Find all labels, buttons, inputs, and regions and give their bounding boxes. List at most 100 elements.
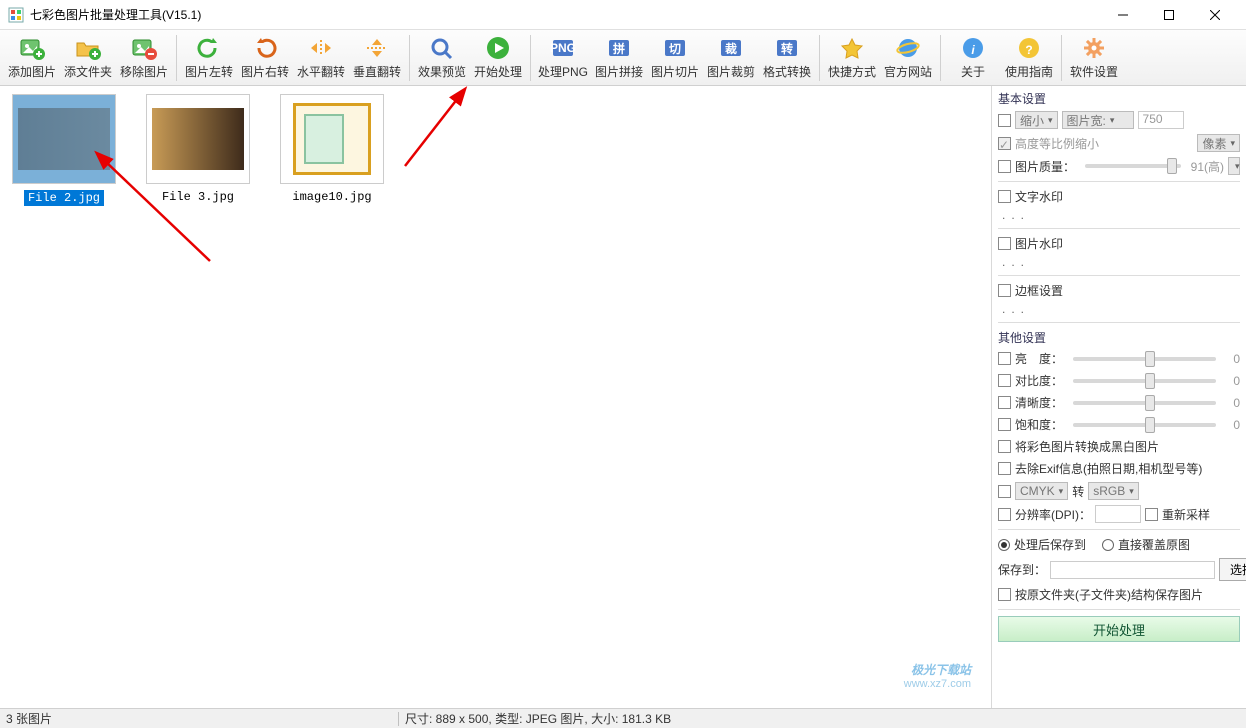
saturation-slider[interactable]: [1073, 423, 1216, 427]
thumbnail-box: [280, 94, 384, 184]
toolbar-flip-v-button[interactable]: 垂直翻转: [349, 31, 405, 85]
toolbar-rotate-right-button[interactable]: 图片右转: [237, 31, 293, 85]
contrast-checkbox[interactable]: [998, 374, 1011, 387]
contrast-slider[interactable]: [1073, 379, 1216, 383]
toolbar-ie-button[interactable]: 官方网站: [880, 31, 936, 85]
toolbar-add-folder-button[interactable]: 添文件夹: [60, 31, 116, 85]
thumbnail-item[interactable]: image10.jpg: [280, 94, 384, 206]
brightness-checkbox[interactable]: [998, 352, 1011, 365]
thumbnail-label: File 3.jpg: [162, 190, 234, 204]
cmyk-select[interactable]: CMYK▾: [1015, 482, 1068, 500]
info-icon: i: [959, 35, 987, 61]
toolbar-label: 效果预览: [418, 63, 466, 80]
toolbar-label: 图片左转: [185, 63, 233, 80]
svg-text:切: 切: [669, 42, 681, 56]
add-folder-icon: [74, 35, 102, 61]
bw-label: 将彩色图片转换成黑白图片: [1015, 438, 1159, 455]
sharpness-slider[interactable]: [1073, 401, 1216, 405]
bw-checkbox[interactable]: [998, 440, 1011, 453]
quality-dropdown[interactable]: ▾: [1228, 157, 1240, 175]
toolbar-label: 添加图片: [8, 63, 56, 80]
border-more[interactable]: ...: [998, 302, 1240, 316]
shrink-checkbox[interactable]: [998, 114, 1011, 127]
shrink-mode-select[interactable]: 缩小▾: [1015, 111, 1058, 129]
watermark-text: 极光下载站: [911, 661, 971, 678]
png-icon: PNG: [549, 35, 577, 61]
toolbar-label: 添文件夹: [64, 63, 112, 80]
toolbar-label: 官方网站: [884, 63, 932, 80]
toolbar-settings-button[interactable]: 软件设置: [1066, 31, 1122, 85]
thumbnail-label: File 2.jpg: [24, 190, 104, 206]
keep-ratio-label: 高度等比例缩小: [1015, 135, 1099, 152]
dpi-label: 分辨率(DPI)：: [1015, 506, 1091, 523]
toolbar-shortcut-button[interactable]: 快捷方式: [824, 31, 880, 85]
thumbnail-item[interactable]: File 2.jpg: [12, 94, 116, 206]
close-button[interactable]: [1192, 0, 1238, 30]
toolbar-preview-button[interactable]: 效果预览: [414, 31, 470, 85]
start-process-button[interactable]: 开始处理: [998, 616, 1240, 642]
saturation-checkbox[interactable]: [998, 418, 1011, 431]
keep-structure-checkbox[interactable]: [998, 588, 1011, 601]
toolbar-join-button[interactable]: 拼图片拼接: [591, 31, 647, 85]
image-watermark-more[interactable]: ...: [998, 255, 1240, 269]
quality-value: 91(高): [1191, 158, 1224, 175]
toolbar-label: 格式转换: [763, 63, 811, 80]
browse-button[interactable]: 选择: [1219, 558, 1246, 581]
toolbar-convert-button[interactable]: 转格式转换: [759, 31, 815, 85]
toolbar-help-button[interactable]: ?使用指南: [1001, 31, 1057, 85]
quality-checkbox[interactable]: [998, 160, 1011, 173]
text-watermark-more[interactable]: ...: [998, 208, 1240, 222]
toolbar-slice-button[interactable]: 切图片切片: [647, 31, 703, 85]
toolbar-label: 图片切片: [651, 63, 699, 80]
quality-slider[interactable]: [1085, 164, 1181, 168]
svg-text:转: 转: [781, 41, 793, 56]
text-watermark-checkbox[interactable]: [998, 190, 1011, 203]
save-to-label: 保存到：: [998, 561, 1046, 578]
add-image-icon: [18, 35, 46, 61]
thumbnail-box: [12, 94, 116, 184]
exif-checkbox[interactable]: [998, 462, 1011, 475]
watermark: 极光下载站 www.xz7.com: [904, 661, 971, 690]
slice-icon: 切: [661, 35, 689, 61]
overwrite-radio[interactable]: [1102, 539, 1114, 551]
toolbar-add-image-button[interactable]: 添加图片: [4, 31, 60, 85]
save-to-radio[interactable]: [998, 539, 1010, 551]
toolbar-label: 水平翻转: [297, 63, 345, 80]
minimize-button[interactable]: [1100, 0, 1146, 30]
toolbar-separator: [940, 35, 941, 81]
thumbnail-item[interactable]: File 3.jpg: [146, 94, 250, 206]
resample-checkbox[interactable]: [1145, 508, 1158, 521]
watermark-url: www.xz7.com: [904, 678, 971, 690]
thumbnail-image: [293, 103, 371, 175]
thumbnail-area[interactable]: File 2.jpg File 3.jpg image10.jpg 极光下载站 ww…: [0, 86, 992, 708]
toolbar-separator: [819, 35, 820, 81]
dpi-checkbox[interactable]: [998, 508, 1011, 521]
brightness-slider[interactable]: [1073, 357, 1216, 361]
toolbar-label: 垂直翻转: [353, 63, 401, 80]
dpi-input[interactable]: [1095, 505, 1141, 523]
svg-text:裁: 裁: [725, 41, 737, 56]
srgb-select[interactable]: sRGB▾: [1088, 482, 1139, 500]
window-title: 七彩色图片批量处理工具(V15.1): [30, 6, 1100, 23]
border-label: 边框设置: [1015, 282, 1063, 299]
toolbar-info-button[interactable]: i关于: [945, 31, 1001, 85]
shrink-width-input[interactable]: 750: [1138, 111, 1184, 129]
toolbar-png-button[interactable]: PNG 处理PNG: [535, 31, 591, 85]
quality-label: 图片质量：: [1015, 158, 1075, 175]
colorspace-checkbox[interactable]: [998, 485, 1011, 498]
image-watermark-checkbox[interactable]: [998, 237, 1011, 250]
toolbar-separator: [1061, 35, 1062, 81]
border-checkbox[interactable]: [998, 284, 1011, 297]
toolbar-remove-image-button[interactable]: 移除图片: [116, 31, 172, 85]
save-path-input[interactable]: [1050, 561, 1215, 579]
sharpness-checkbox[interactable]: [998, 396, 1011, 409]
toolbar-label: 处理PNG: [538, 63, 588, 80]
thumbnail-image: [18, 108, 110, 170]
status-info: 尺寸: 889 x 500, 类型: JPEG 图片, 大小: 181.3 KB: [405, 710, 671, 727]
maximize-button[interactable]: [1146, 0, 1192, 30]
toolbar-play-button[interactable]: 开始处理: [470, 31, 526, 85]
toolbar-rotate-left-button[interactable]: 图片左转: [181, 31, 237, 85]
toolbar-flip-h-button[interactable]: 水平翻转: [293, 31, 349, 85]
shrink-dimension-select[interactable]: 图片宽:▾: [1062, 111, 1134, 129]
toolbar-crop-button[interactable]: 裁图片裁剪: [703, 31, 759, 85]
